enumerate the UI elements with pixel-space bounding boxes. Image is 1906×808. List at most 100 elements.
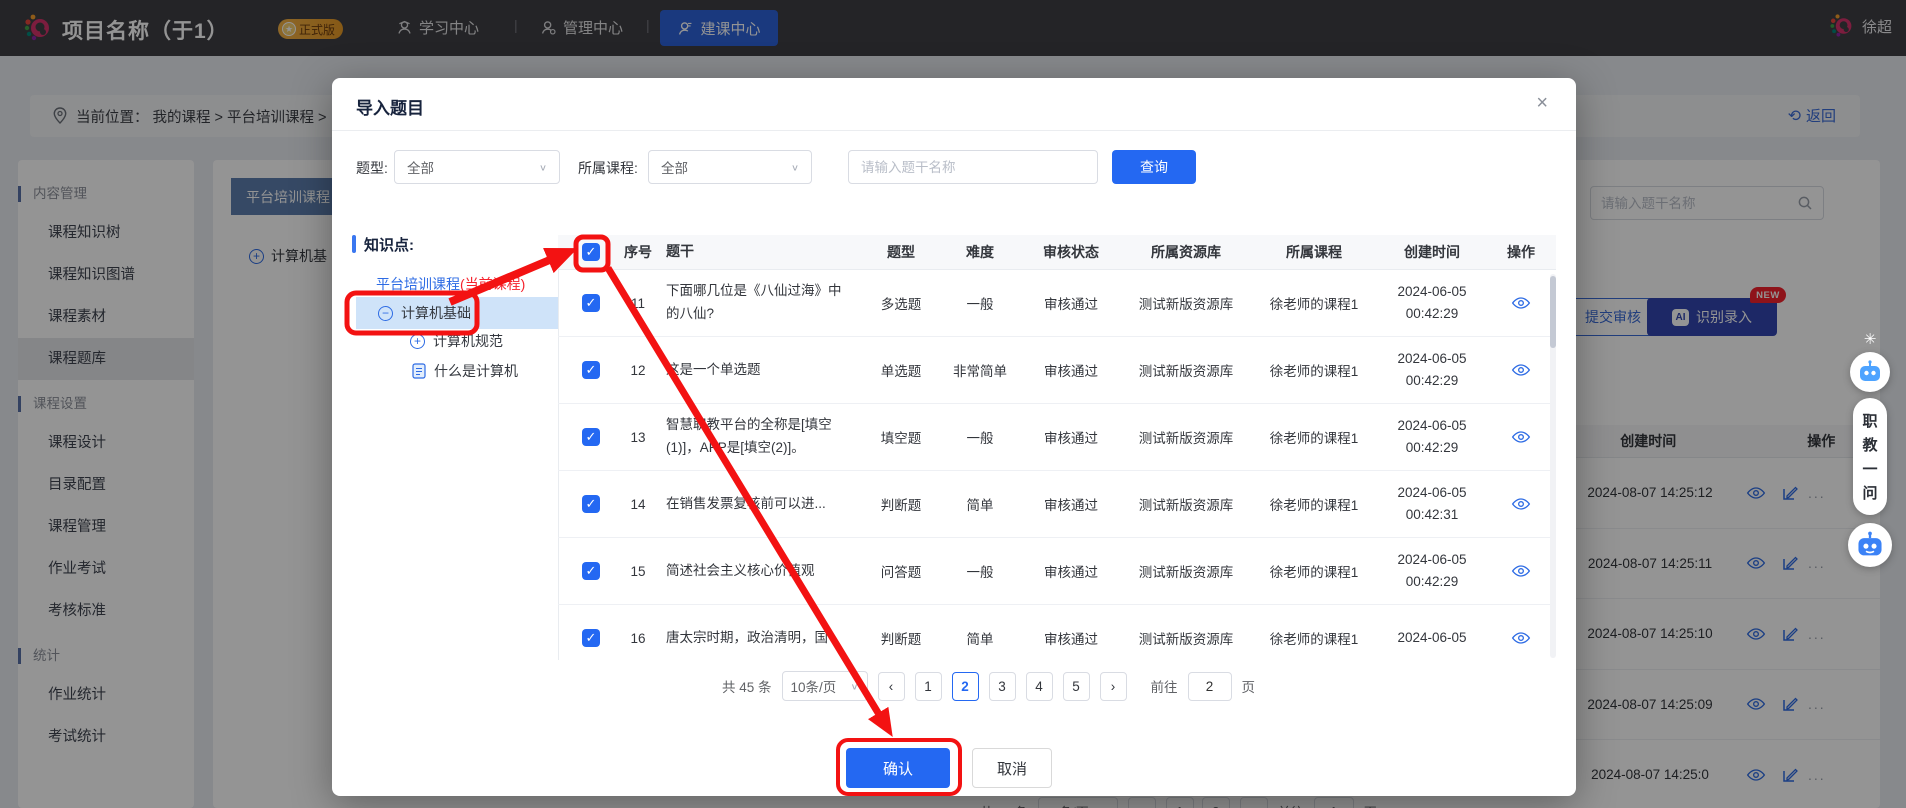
review-status: 审核通过 — [1044, 632, 1098, 647]
question-difficulty: 简单 — [966, 498, 994, 513]
owning-course: 徐老师的课程1 — [1269, 297, 1359, 312]
question-difficulty: 一般 — [966, 431, 994, 446]
question-number: 11 — [630, 295, 645, 311]
tree-node-leaf[interactable]: 什么是计算机 — [412, 361, 518, 381]
question-number: 15 — [630, 563, 646, 579]
column-header: 序号 — [624, 244, 652, 260]
assistant-avatar[interactable] — [1848, 523, 1892, 567]
question-stem: 在销售发票复核前可以进... — [666, 495, 826, 511]
column-header: 题型 — [887, 244, 915, 260]
question-row: ✓ 11 下面哪几位是《八仙过海》中的八仙? 多选题 一般 审核通过 测试新版资… — [558, 270, 1556, 337]
question-type: 判断题 — [880, 632, 922, 647]
course-filter-select[interactable]: 全部 ∨ — [648, 150, 812, 184]
current-course-tag: (当前课程) — [460, 276, 526, 292]
assistant-widget: ✳ 职教一问 — [1842, 330, 1898, 567]
page-number-button[interactable]: 3 — [988, 671, 1016, 701]
cancel-button[interactable]: 取消 — [972, 748, 1052, 788]
create-time: 2024-06-05 00:42:29 — [1397, 418, 1467, 455]
tree-node-selected[interactable]: − 计算机基础 — [356, 297, 558, 329]
resource-library: 测试新版资源库 — [1138, 364, 1234, 379]
question-stem: 唐太宗时期，政治清明，国 — [666, 629, 828, 645]
question-stem: 下面哪几位是《八仙过海》中的八仙? — [666, 283, 842, 321]
chevron-down-icon: ∨ — [790, 162, 799, 173]
question-type: 多选题 — [880, 297, 922, 312]
question-stem: 智慧职教平台的全称是[填空(1)]，APP是[填空(2)]。 — [666, 417, 832, 455]
question-stem: 这是一个单选题 — [666, 361, 761, 377]
column-header: 难度 — [966, 244, 994, 260]
owning-course: 徐老师的课程1 — [1269, 364, 1359, 379]
table-scrollbar-thumb[interactable] — [1550, 276, 1556, 348]
review-status: 审核通过 — [1044, 297, 1098, 312]
question-difficulty: 简单 — [966, 632, 994, 647]
query-button[interactable]: 查询 — [1112, 150, 1196, 184]
tree-node-child[interactable]: + 计算机规范 — [410, 331, 503, 351]
create-time: 2024-06-05 00:42:29 — [1397, 351, 1467, 388]
row-checkbox[interactable]: ✓ — [582, 562, 600, 580]
prev-page-button[interactable]: ‹ — [877, 671, 905, 701]
column-header: 所属课程 — [1286, 244, 1342, 260]
preview-eye-icon[interactable] — [1486, 497, 1556, 511]
preview-eye-icon[interactable] — [1486, 631, 1556, 645]
question-type: 问答题 — [880, 565, 922, 580]
page-number-button[interactable]: 5 — [1062, 671, 1090, 701]
question-type-select[interactable]: 全部 ∨ — [394, 150, 560, 184]
question-type: 单选题 — [880, 364, 922, 379]
row-checkbox[interactable]: ✓ — [582, 629, 600, 647]
questions-table-body: ✓ 11 下面哪几位是《八仙过海》中的八仙? 多选题 一般 审核通过 测试新版资… — [558, 270, 1556, 660]
assistant-char: 职 — [1862, 413, 1878, 430]
row-checkbox[interactable]: ✓ — [582, 428, 600, 446]
next-page-button[interactable]: › — [1099, 671, 1127, 701]
assistant-vertical-button[interactable]: 职教一问 — [1853, 398, 1887, 515]
question-row: ✓ 14 在销售发票复核前可以进... 判断题 简单 审核通过 测试新版资源库 … — [558, 471, 1556, 538]
question-row: ✓ 15 简述社会主义核心价值观 问答题 一般 审核通过 测试新版资源库 徐老师… — [558, 538, 1556, 605]
document-icon — [412, 363, 426, 379]
minus-circle-icon[interactable]: − — [378, 305, 393, 321]
column-header: 审核状态 — [1043, 244, 1099, 260]
question-difficulty: 一般 — [966, 297, 994, 312]
plus-circle-icon[interactable]: + — [410, 333, 425, 349]
question-type: 判断题 — [880, 498, 922, 513]
question-number: 14 — [630, 496, 646, 512]
app-root: 项目名称（于1） ★ 正式版 学习中心 | 管理中心 | 建课中心 徐超 当前位… — [0, 0, 1906, 808]
question-number: 12 — [630, 362, 646, 378]
page-number-button[interactable]: 4 — [1025, 671, 1053, 701]
page-number-button[interactable]: 1 — [914, 671, 942, 701]
owning-course: 徐老师的课程1 — [1269, 498, 1359, 513]
robot-icon[interactable] — [1850, 352, 1890, 392]
stem-search-input[interactable] — [848, 150, 1098, 184]
owning-course: 徐老师的课程1 — [1269, 632, 1359, 647]
review-status: 审核通过 — [1044, 431, 1098, 446]
goto-page-input[interactable] — [1187, 671, 1232, 701]
resource-library: 测试新版资源库 — [1138, 498, 1234, 513]
preview-eye-icon[interactable] — [1486, 430, 1556, 444]
preview-eye-icon[interactable] — [1486, 564, 1556, 578]
course-filter-label: 所属课程: — [578, 160, 638, 176]
section-accent-bar — [352, 235, 356, 253]
tree-root-course[interactable]: 平台培训课程(当前课程) — [376, 274, 525, 294]
confirm-button[interactable]: 确认 — [846, 748, 950, 788]
assistant-char: 问 — [1862, 485, 1878, 502]
knowledge-points-title: 知识点: — [364, 237, 414, 254]
question-row: ✓ 12 这是一个单选题 单选题 非常简单 审核通过 测试新版资源库 徐老师的课… — [558, 337, 1556, 404]
question-row: ✓ 16 唐太宗时期，政治清明，国 判断题 简单 审核通过 测试新版资源库 徐老… — [558, 605, 1556, 660]
create-time: 2024-06-05 00:42:31 — [1397, 485, 1467, 522]
preview-eye-icon[interactable] — [1486, 296, 1556, 310]
page-size-select[interactable]: 10条/页∨ — [781, 671, 868, 701]
page-number-button[interactable]: 2 — [951, 671, 979, 701]
question-number: 13 — [630, 429, 646, 445]
row-checkbox[interactable]: ✓ — [582, 495, 600, 513]
modal-pagination: 共 45 条 10条/页∨ ‹ 12345 › 前往 页 — [722, 671, 1255, 701]
owning-course: 徐老师的课程1 — [1269, 431, 1359, 446]
select-all-checkbox[interactable]: ✓ — [582, 243, 600, 261]
row-checkbox[interactable]: ✓ — [582, 294, 600, 312]
total-count: 共 45 条 — [722, 680, 772, 695]
resource-library: 测试新版资源库 — [1138, 565, 1234, 580]
assistant-char: 教 — [1862, 437, 1878, 454]
question-difficulty: 非常简单 — [953, 364, 1007, 379]
assistant-char: 一 — [1862, 461, 1878, 478]
row-checkbox[interactable]: ✓ — [582, 361, 600, 379]
goto-label: 前往 — [1150, 680, 1178, 695]
question-stem: 简述社会主义核心价值观 — [666, 562, 815, 578]
close-icon[interactable]: × — [1536, 92, 1548, 115]
preview-eye-icon[interactable] — [1486, 363, 1556, 377]
